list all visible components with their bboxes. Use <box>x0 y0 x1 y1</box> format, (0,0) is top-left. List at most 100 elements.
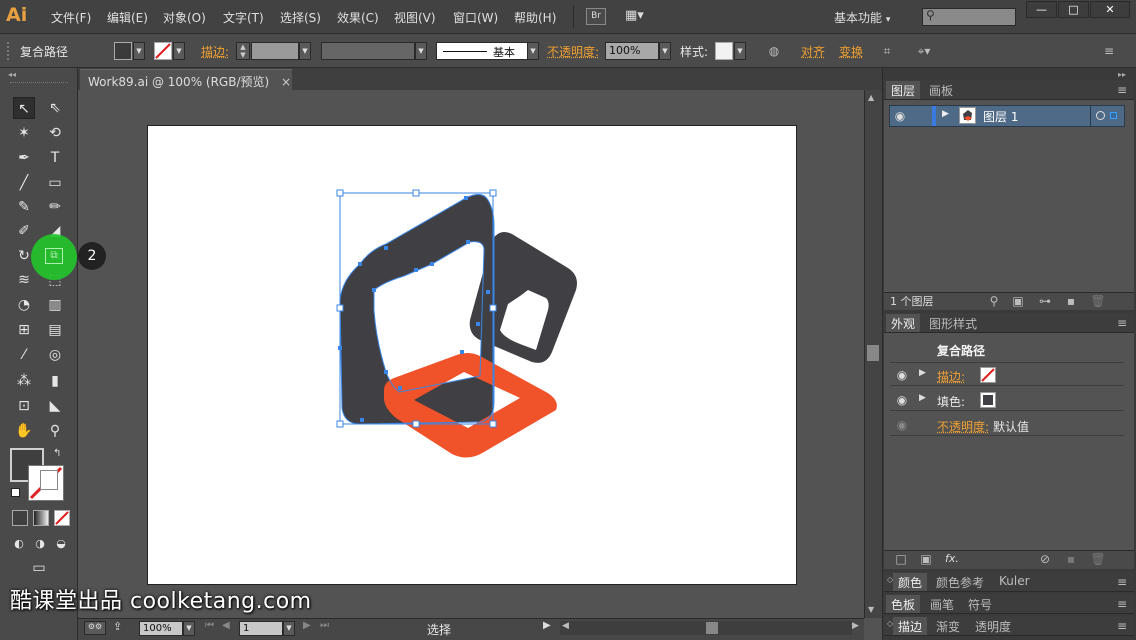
stroke-stepper[interactable]: ▲ ▼ <box>236 42 250 60</box>
lasso-tool-icon[interactable]: ⟲ <box>44 122 66 144</box>
recolor-artwork-icon[interactable]: ◍ <box>766 43 782 59</box>
tab-gradient[interactable]: 渐变 <box>931 617 965 635</box>
default-colors-icon[interactable] <box>11 488 20 497</box>
type-tool-icon[interactable]: T <box>44 147 66 169</box>
draw-inside-icon[interactable]: ◒ <box>52 533 70 551</box>
share-icon[interactable]: ⇪ <box>113 620 122 633</box>
color-mode-icon[interactable] <box>12 510 28 526</box>
layer-name[interactable]: 图层 1 <box>983 108 1018 125</box>
layers-panel-menu-icon[interactable]: ≡ <box>1114 82 1130 98</box>
appearance-panel-menu-icon[interactable]: ≡ <box>1114 315 1130 331</box>
line-tool-icon[interactable]: ╱ <box>13 172 35 194</box>
menu-type[interactable]: 文字(T) <box>223 9 264 26</box>
scroll-down-arrow-icon[interactable]: ▼ <box>868 605 874 614</box>
stroke-swatch[interactable] <box>154 42 172 60</box>
layer-target-icon[interactable] <box>1096 111 1105 120</box>
artboard-dropdown[interactable]: ▼ <box>283 621 295 636</box>
stroke-dropdown[interactable]: ▼ <box>173 42 185 60</box>
isolate-group-icon[interactable]: ⌗ <box>879 43 895 59</box>
last-artboard-icon[interactable]: ⏭ <box>320 620 329 631</box>
gpu-status-icon[interactable]: ⚙⚙ <box>84 621 106 635</box>
fill-swatch[interactable] <box>114 42 132 60</box>
first-artboard-icon[interactable]: ⏮ <box>205 620 214 631</box>
tab-color[interactable]: 颜色 <box>893 573 928 591</box>
collapse-toolbox-icon[interactable]: ◂◂ <box>8 70 16 79</box>
tab-transparency[interactable]: 透明度 <box>970 617 1016 635</box>
color-panel-menu-icon[interactable]: ≡ <box>1114 574 1130 590</box>
stroke-weight-field[interactable] <box>251 42 299 60</box>
restore-button[interactable]: □ <box>1058 1 1089 18</box>
blend-tool-icon[interactable]: ◎ <box>44 344 66 366</box>
appearance-fill-label[interactable]: 填色: <box>937 393 965 410</box>
tab-color-guide[interactable]: 颜色参考 <box>931 573 989 591</box>
workspace-switcher[interactable]: 基本功能 ▾ <box>834 9 890 26</box>
stroke-weight-label[interactable]: 描边: <box>201 43 229 60</box>
symbol-sprayer-tool-icon[interactable]: ⁂ <box>13 370 35 392</box>
horizontal-scroll-thumb[interactable] <box>706 622 718 634</box>
stroke-weight-dropdown[interactable]: ▼ <box>299 42 311 60</box>
pen-tool-icon[interactable]: ✒ <box>13 147 35 169</box>
blob-brush-tool-icon[interactable]: ✐ <box>13 220 35 242</box>
vertical-scroll-thumb[interactable] <box>867 345 879 361</box>
pencil-tool-icon[interactable]: ✏ <box>44 196 66 218</box>
opacity-label[interactable]: 不透明度: <box>547 43 599 60</box>
fill-dropdown[interactable]: ▼ <box>133 42 145 60</box>
zoom-dropdown[interactable]: ▼ <box>183 621 195 636</box>
next-artboard-icon[interactable]: ▶ <box>303 620 311 631</box>
add-new-fill-icon[interactable]: ▣ <box>918 551 934 567</box>
clear-appearance-icon[interactable]: ⊘ <box>1037 551 1053 567</box>
prev-artboard-icon[interactable]: ◀ <box>222 620 230 631</box>
screen-mode-icon[interactable]: ▭ <box>27 557 51 577</box>
toolbox-grip[interactable] <box>10 82 68 85</box>
delete-layer-icon[interactable]: 🗑 <box>1090 293 1106 309</box>
align-label[interactable]: 对齐 <box>801 43 825 60</box>
new-layer-icon[interactable]: ▪ <box>1063 293 1079 309</box>
locate-object-icon[interactable]: ⚲ <box>986 293 1002 309</box>
appearance-opacity-label[interactable]: 不透明度: <box>937 418 989 435</box>
column-graph-tool-icon[interactable]: ▮ <box>44 370 66 392</box>
status-menu-arrow-icon[interactable]: ▶ <box>543 620 551 631</box>
menu-edit[interactable]: 编辑(E) <box>107 9 148 26</box>
artboard-number-field[interactable]: 1 <box>239 621 283 636</box>
menu-file[interactable]: 文件(F) <box>51 9 91 26</box>
tab-appearance[interactable]: 外观 <box>886 314 921 332</box>
stroke-panel-menu-icon[interactable]: ≡ <box>1114 618 1130 634</box>
duplicate-item-icon[interactable]: ▪ <box>1063 551 1079 567</box>
tab-brushes[interactable]: 画笔 <box>925 595 959 613</box>
document-tab[interactable]: Work89.ai @ 100% (RGB/预览) × <box>80 69 292 90</box>
menu-view[interactable]: 视图(V) <box>394 9 436 26</box>
swatches-panel-menu-icon[interactable]: ≡ <box>1114 596 1130 612</box>
graphic-style-swatch[interactable] <box>715 42 733 60</box>
close-button[interactable]: ✕ <box>1090 1 1130 18</box>
close-tab-icon[interactable]: × <box>281 75 291 89</box>
layer-visibility-eye-icon[interactable]: ◉ <box>892 110 908 122</box>
add-effect-button[interactable]: fx. <box>945 552 959 565</box>
make-clipping-mask-icon[interactable]: ▣ <box>1010 293 1026 309</box>
gradient-mode-icon[interactable] <box>33 510 49 526</box>
slice-tool-icon[interactable]: ◣ <box>44 395 66 417</box>
zoom-tool-icon[interactable]: ⚲ <box>44 420 66 442</box>
control-panel-menu-icon[interactable]: ≡ <box>1100 43 1118 59</box>
tab-graphic-styles[interactable]: 图形样式 <box>924 314 982 332</box>
opacity-visibility-eye-icon[interactable]: ◉ <box>894 419 910 431</box>
eyedropper-tool-icon[interactable]: ⁄ <box>13 344 35 366</box>
expand-fill-icon[interactable]: ▶ <box>919 393 926 403</box>
tab-swatches[interactable]: 色板 <box>886 595 921 613</box>
hand-tool-icon[interactable]: ✋ <box>13 420 35 442</box>
graphic-style-dropdown[interactable]: ▼ <box>734 42 746 60</box>
brush-definition[interactable]: 基本 <box>436 42 528 60</box>
brush-dropdown[interactable]: ▼ <box>527 42 539 60</box>
menu-window[interactable]: 窗口(W) <box>453 9 498 26</box>
minimize-button[interactable]: — <box>1026 1 1057 18</box>
variable-width-profile[interactable] <box>321 42 415 60</box>
artboard[interactable] <box>147 125 797 585</box>
collapse-dock-icon[interactable]: ▸▸ <box>1118 70 1126 79</box>
fill-visibility-eye-icon[interactable]: ◉ <box>894 394 910 406</box>
scroll-up-arrow-icon[interactable]: ▲ <box>868 93 874 102</box>
appearance-stroke-swatch[interactable] <box>980 367 996 383</box>
tab-symbols[interactable]: 符号 <box>963 595 997 613</box>
tab-stroke[interactable]: 描边 <box>893 617 928 635</box>
delete-item-icon[interactable]: 🗑 <box>1090 551 1106 567</box>
tab-kuler[interactable]: Kuler <box>994 573 1035 591</box>
draw-normal-icon[interactable]: ◐ <box>10 533 28 551</box>
